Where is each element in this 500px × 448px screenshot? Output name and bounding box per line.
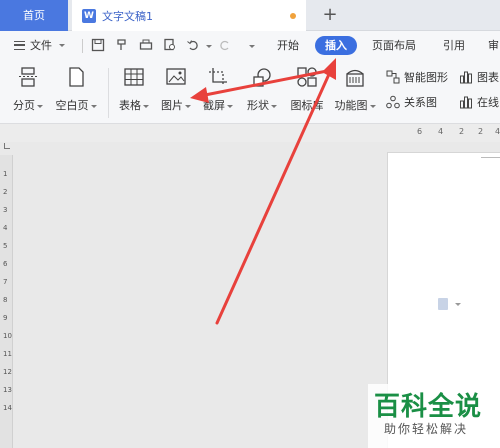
screenshot-icon [209,68,227,86]
chevron-down-icon [271,104,277,108]
relation-chart-button[interactable]: 关系图 [386,94,437,110]
tab-home[interactable]: 首页 [0,0,68,31]
online-chart-icon [460,96,472,109]
ruler-number: 1 [3,170,8,178]
blank-page-button[interactable]: 空白页 [52,66,100,113]
menu-tab-review[interactable]: 审 [488,37,499,53]
menu-tab-start[interactable]: 开始 [277,37,299,53]
redo-icon[interactable] [218,38,232,52]
chevron-down-icon [37,104,43,108]
vertical-ruler: 1 2 3 4 5 6 7 8 9 10 11 12 13 14 [0,155,13,448]
file-menu-label: 文件 [30,39,52,52]
watermark-logo: 百科全说 [374,392,483,422]
paragraph-layout-icon[interactable] [438,298,448,310]
smart-art-icon [386,70,400,84]
ruler-number: 7 [3,278,8,286]
ruler-number: 13 [3,386,12,394]
document-title: 文字文稿1 [102,9,153,23]
page-break-icon [19,67,37,87]
ruler-number: 3 [3,206,8,214]
title-tab-bar: 首页 W 文字文稿1 + [0,0,500,31]
function-chart-label: 功能图 [334,99,368,112]
screenshot-button[interactable]: 截屏 [200,66,236,113]
menu-bar: 文件 开始 插入 页面布局 引用 审 [0,31,500,60]
chart-button[interactable]: 图表 [459,69,499,85]
ruler-number: 8 [3,296,8,304]
chevron-down-icon [369,104,376,108]
ruler-number: 2 [459,127,465,136]
ruler-number: 4 [495,127,500,136]
divider [82,39,83,53]
unsaved-dot-icon [290,13,296,19]
smart-art-button[interactable]: 智能图形 [386,69,448,85]
chevron-down-icon [143,104,149,108]
watermark-slogan: 助你轻松解决 [384,422,469,436]
print-preview-icon[interactable] [163,38,177,52]
ruler-corner-icon [4,143,10,149]
print-icon[interactable] [139,38,153,52]
smart-art-label: 智能图形 [404,71,448,84]
icon-library-icon [297,67,317,87]
writer-logo-icon: W [82,8,96,23]
icon-library-button[interactable]: 图标库 [287,66,327,113]
blank-page-icon [69,67,84,87]
undo-icon[interactable] [186,38,200,52]
screenshot-label: 截屏 [203,99,225,112]
online-label: 在线 [477,96,499,109]
ruler-number: 2 [478,127,484,136]
function-chart-icon [346,69,364,87]
ruler-number: 12 [3,368,12,376]
file-menu-button[interactable]: 文件 [14,37,65,53]
icon-library-label: 图标库 [290,99,324,112]
ruler-number: 6 [417,127,423,136]
page-break-button[interactable]: 分页 [10,66,46,113]
shapes-label: 形状 [247,99,269,112]
format-painter-icon[interactable] [115,38,129,52]
bar-chart-icon [460,71,472,84]
chevron-down-icon [185,104,191,108]
insert-ribbon: 分页 空白页 表格 图片 截屏 形状 图标库 功能图 智能图形 图表 关系图 在… [0,60,500,124]
page-break-label: 分页 [13,99,35,112]
horizontal-ruler: 6 4 2 2 4 [0,124,500,142]
ruler-number: 5 [3,242,8,250]
picture-label: 图片 [161,99,183,112]
picture-button[interactable]: 图片 [158,66,194,113]
table-label: 表格 [119,99,141,112]
undo-dropdown-icon[interactable] [206,45,212,48]
relation-chart-icon [386,95,400,109]
table-button[interactable]: 表格 [116,66,152,113]
hamburger-icon [14,40,25,50]
ruler-number: 4 [3,224,8,232]
chevron-down-icon [59,43,65,47]
chevron-down-icon [90,104,97,108]
menu-tab-page-layout[interactable]: 页面布局 [372,37,416,53]
chevron-down-icon[interactable] [455,303,461,306]
picture-icon [166,68,186,85]
chevron-down-icon [227,104,233,108]
ruler-number: 9 [3,314,8,322]
ruler-number: 4 [438,127,444,136]
ruler-number: 11 [3,350,12,358]
relation-chart-label: 关系图 [404,96,437,109]
ruler-number: 14 [3,404,12,412]
menu-tab-references[interactable]: 引用 [443,37,465,53]
shapes-button[interactable]: 形状 [244,66,280,113]
function-chart-button[interactable]: 功能图 [332,66,378,113]
online-button[interactable]: 在线 [459,94,499,110]
shapes-icon [253,68,271,87]
ruler-number: 10 [3,332,12,340]
more-quick-access-icon[interactable] [249,45,255,48]
tab-document[interactable]: W 文字文稿1 [72,0,306,31]
menu-tab-insert[interactable]: 插入 [315,36,357,55]
blank-page-label: 空白页 [55,99,89,112]
ruler-number: 2 [3,188,8,196]
chart-label: 图表 [477,71,499,84]
new-tab-button[interactable]: + [320,4,340,26]
save-icon[interactable] [91,38,105,52]
ruler-number: 6 [3,260,8,268]
table-icon [124,68,144,86]
divider [108,68,109,118]
page-margin-mark [481,152,500,158]
